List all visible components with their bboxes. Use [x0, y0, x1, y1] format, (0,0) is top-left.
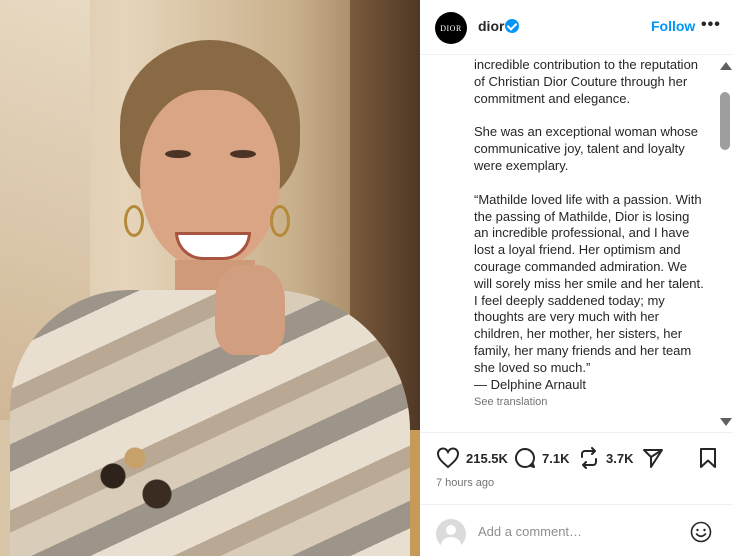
caption-signature: — Delphine Arnault [474, 376, 587, 392]
like-count: 215.5K [466, 450, 508, 466]
portrait-earring-left [124, 205, 144, 237]
logo-text: DIOR [440, 23, 462, 33]
heart-icon [436, 447, 460, 469]
scrollbar-thumb[interactable] [720, 92, 730, 150]
post-side-panel: DIOR dior Follow ••• incredible contribu… [420, 0, 733, 556]
repost-count: 3.7K [606, 450, 634, 466]
paper-plane-icon [643, 449, 663, 468]
username-link[interactable]: dior [478, 18, 504, 34]
portrait-earring-right [270, 205, 290, 237]
comment-count: 7.1K [542, 450, 570, 466]
scroll-down-arrow-icon[interactable] [720, 418, 732, 426]
verified-badge-icon [505, 19, 519, 33]
see-translation-link[interactable]: See translation [474, 394, 704, 411]
caption-scroll-area[interactable]: incredible contribution to the reputatio… [474, 57, 704, 427]
share-button[interactable] [642, 447, 664, 469]
comment-button[interactable]: 7.1K [514, 447, 569, 469]
more-options-icon[interactable]: ••• [701, 16, 721, 34]
save-button[interactable] [699, 447, 717, 469]
comment-bubble-icon [515, 448, 535, 468]
caption-quote: “Mathilde loved life with a passion. Wit… [474, 191, 704, 375]
sweater-pattern [80, 440, 190, 530]
comment-input[interactable]: Add a comment… [478, 524, 582, 539]
bookmark-icon [700, 448, 716, 468]
caption-paragraph: incredible contribution to the reputatio… [474, 57, 699, 106]
post-actions-bar: 215.5K 7.1K 3.7K [420, 432, 733, 483]
portrait-sweater [10, 290, 410, 556]
user-avatar-icon [436, 519, 466, 549]
account-avatar[interactable]: DIOR [435, 12, 467, 44]
scroll-up-arrow-icon[interactable] [720, 62, 732, 70]
repost-button[interactable]: 3.7K [578, 447, 633, 469]
post-header: DIOR dior Follow ••• [420, 0, 733, 55]
smiley-icon[interactable] [690, 521, 712, 543]
repost-icon [581, 447, 597, 469]
post-timestamp[interactable]: 7 hours ago [436, 477, 494, 489]
caption-paragraph: She was an exceptional woman whose commu… [474, 124, 699, 173]
caption-scrollbar[interactable] [719, 56, 733, 430]
like-button[interactable]: 215.5K [436, 447, 508, 469]
comment-composer: Add a comment… [420, 504, 733, 557]
portrait-hand [215, 265, 285, 355]
portrait-eye-left [165, 150, 191, 158]
follow-button[interactable]: Follow [651, 18, 695, 34]
portrait-eye-right [230, 150, 256, 158]
post-image [0, 0, 420, 556]
